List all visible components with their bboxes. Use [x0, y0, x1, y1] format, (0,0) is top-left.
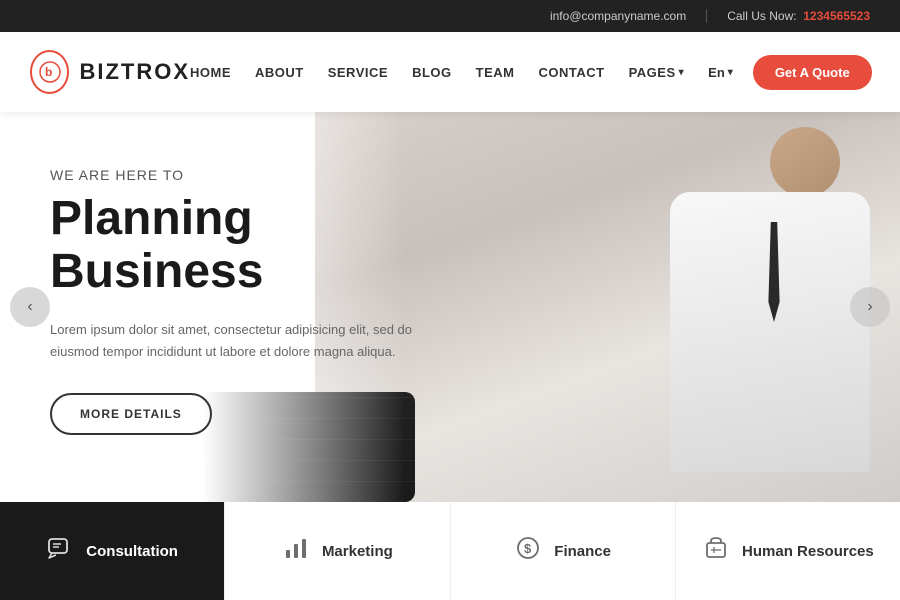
- service-bar: Consultation Marketing $ Finance: [0, 502, 900, 600]
- top-bar-divider: [706, 9, 707, 23]
- svg-text:b: b: [45, 65, 52, 79]
- nav-home[interactable]: HOME: [190, 65, 231, 80]
- nav-service[interactable]: SERVICE: [328, 65, 388, 80]
- finance-label: Finance: [554, 543, 611, 560]
- service-item-human-resources[interactable]: Human Resources: [676, 502, 900, 600]
- svg-text:$: $: [524, 541, 532, 556]
- consultation-icon: [46, 534, 74, 568]
- call-label: Call Us Now: 1234565523: [727, 9, 870, 23]
- hero-arrow-left[interactable]: ‹: [10, 287, 50, 327]
- header: b BIZTROX HOME ABOUT SERVICE BLOG TEAM C…: [0, 32, 900, 112]
- chevron-down-icon: ▾: [728, 67, 733, 78]
- nav-blog[interactable]: BLOG: [412, 65, 452, 80]
- nav-contact[interactable]: CONTACT: [538, 65, 604, 80]
- hero-content: WE ARE HERE TO Planning Business Lorem i…: [0, 112, 480, 490]
- chevron-right-icon: ›: [867, 298, 872, 316]
- hero-section: WE ARE HERE TO Planning Business Lorem i…: [0, 112, 900, 502]
- language-selector[interactable]: En ▾: [708, 65, 733, 80]
- main-nav: HOME ABOUT SERVICE BLOG TEAM CONTACT PAG…: [190, 65, 733, 80]
- chevron-down-icon: ▾: [679, 67, 685, 78]
- logo-text: BIZTROX: [79, 59, 190, 85]
- nav-pages[interactable]: PAGES ▾: [629, 65, 685, 80]
- logo-icon: b: [30, 50, 69, 94]
- consultation-label: Consultation: [86, 543, 178, 560]
- email-address: info@companyname.com: [550, 9, 686, 23]
- human-resources-icon: [702, 534, 730, 568]
- service-item-consultation[interactable]: Consultation: [0, 502, 225, 600]
- chevron-left-icon: ‹: [27, 298, 32, 316]
- service-item-finance[interactable]: $ Finance: [451, 502, 676, 600]
- finance-icon: $: [514, 534, 542, 568]
- top-bar: info@companyname.com Call Us Now: 123456…: [0, 0, 900, 32]
- get-quote-button[interactable]: Get A Quote: [753, 55, 872, 90]
- marketing-label: Marketing: [322, 543, 393, 560]
- hero-description: Lorem ipsum dolor sit amet, consectetur …: [50, 319, 430, 363]
- nav-about[interactable]: ABOUT: [255, 65, 304, 80]
- hero-subtitle: WE ARE HERE TO: [50, 167, 430, 183]
- phone-number: 1234565523: [803, 9, 870, 23]
- service-item-marketing[interactable]: Marketing: [225, 502, 450, 600]
- nav-team[interactable]: TEAM: [476, 65, 515, 80]
- marketing-icon: [282, 534, 310, 568]
- more-details-button[interactable]: MORE DETAILS: [50, 393, 212, 435]
- logo-area[interactable]: b BIZTROX: [30, 40, 190, 104]
- human-resources-label: Human Resources: [742, 543, 874, 560]
- hero-title: Planning Business: [50, 193, 430, 299]
- hero-arrow-right[interactable]: ›: [850, 287, 890, 327]
